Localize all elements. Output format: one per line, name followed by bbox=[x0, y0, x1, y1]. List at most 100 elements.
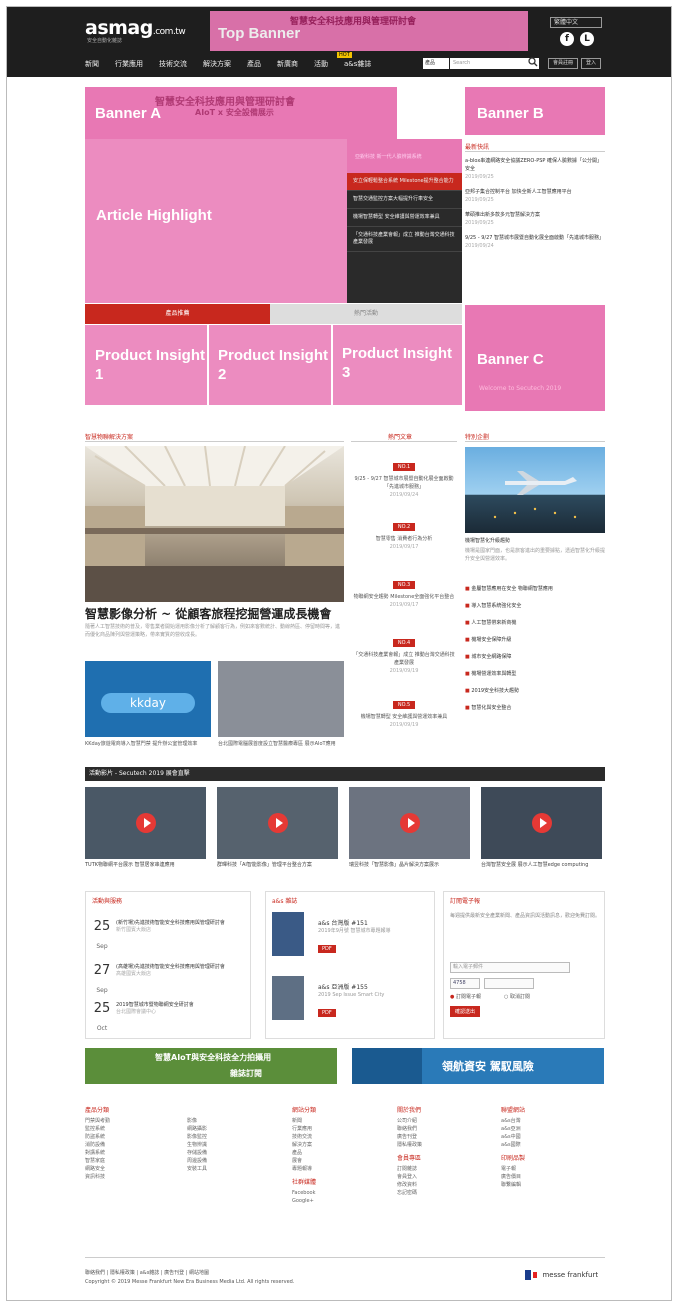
video-caption[interactable]: TUTK物聯網平台展示 智慧居家串連應用 bbox=[85, 862, 206, 869]
footer-link[interactable]: 解決方案 bbox=[292, 1141, 316, 1149]
event-item[interactable]: 27 Sep (高雄場)先進技術智能安全科技應用與管理研討會 高雄國賓大飯店 bbox=[86, 964, 252, 1000]
footer-link[interactable]: 廣告刊登 bbox=[397, 1133, 422, 1141]
language-select[interactable]: 繁體中文 bbox=[550, 17, 602, 28]
solutions-thumb-2[interactable] bbox=[218, 661, 344, 737]
magazine-cover[interactable] bbox=[272, 912, 304, 956]
tab-hot[interactable]: 熱門活動 bbox=[270, 304, 462, 324]
footer-link[interactable]: Google+ bbox=[292, 1197, 316, 1205]
article-highlight[interactable]: Article Highlight bbox=[85, 139, 347, 303]
product-insight-2[interactable]: Product Insight 2 bbox=[209, 325, 331, 405]
tab-products[interactable]: 產品推薦 bbox=[85, 304, 270, 324]
banner-b[interactable]: Banner B bbox=[465, 87, 605, 135]
footer-link[interactable]: 展會 bbox=[292, 1157, 316, 1165]
special-topic-image[interactable] bbox=[465, 447, 605, 533]
footer-links[interactable]: 聯絡我們 | 隱私權政策 | a&s雜誌 | 廣告刊登 | 網站地圖 bbox=[85, 1269, 294, 1278]
login-button[interactable]: 登入 bbox=[581, 58, 601, 69]
nav-industry[interactable]: 行業應用 bbox=[115, 59, 143, 69]
nav-events[interactable]: 活動 bbox=[314, 59, 328, 69]
solutions-thumb-caption[interactable]: 台北國際電腦展首度設立智慧醫療專區 展示AIoT應用 bbox=[218, 740, 344, 748]
footer-link[interactable]: 忘記密碼 bbox=[397, 1189, 422, 1197]
subscribe-submit-button[interactable]: 確認送出 bbox=[450, 1006, 481, 1017]
footer-link[interactable]: 專題報導 bbox=[292, 1165, 316, 1173]
magazine-name[interactable]: a&s 台灣版 #151 bbox=[318, 918, 430, 927]
email-field[interactable]: 輸入電子郵件 bbox=[450, 962, 570, 973]
video-caption[interactable]: 群暉科技「AI智能影像」管理平台整合方案 bbox=[217, 862, 338, 869]
list-item[interactable]: NO.1 9/25 - 9/27 智慧城市展暨自動化展全面啟動「先進城市服務」 20… bbox=[351, 453, 457, 513]
footer-link[interactable]: a&s亞洲 bbox=[501, 1125, 525, 1133]
list-item[interactable]: ■ 機場安全保障升級 bbox=[465, 636, 605, 653]
special-topic-lead[interactable]: 機場智慧化升級趨勢 bbox=[465, 537, 605, 545]
nav-solutions[interactable]: 解決方案 bbox=[203, 59, 231, 69]
ad-banner-right[interactable]: 領航資安 駕馭風險 bbox=[352, 1048, 604, 1084]
play-icon[interactable] bbox=[399, 813, 420, 833]
banner-a[interactable]: 智慧安全科技應用與管理研討會 AIoT x 安全設備展示 Banner A bbox=[85, 87, 397, 139]
list-item[interactable]: ■ 城市安全網路保障 bbox=[465, 653, 605, 670]
footer-link[interactable]: 資訊科技 bbox=[85, 1173, 110, 1181]
footer-link[interactable]: 影像 bbox=[187, 1117, 207, 1125]
event-item[interactable]: 25 Sep (新竹場)先進技術智能安全科技應用與管理研討會 新竹國賓大飯店 bbox=[86, 920, 252, 956]
footer-link[interactable]: 隱私權政策 bbox=[397, 1141, 422, 1149]
footer-link[interactable]: 公司介紹 bbox=[397, 1117, 422, 1125]
facebook-icon[interactable]: f bbox=[560, 32, 574, 46]
nav-tech[interactable]: 技術交流 bbox=[159, 59, 187, 69]
pdf-button[interactable]: PDF bbox=[318, 1009, 336, 1017]
footer-link[interactable]: 新聞 bbox=[292, 1117, 316, 1125]
register-button[interactable]: 會員註冊 bbox=[548, 58, 578, 69]
site-logo[interactable]: asmag.com.tw bbox=[85, 17, 186, 39]
nav-news[interactable]: 新聞 bbox=[85, 59, 99, 69]
video-thumb[interactable] bbox=[85, 787, 206, 859]
search-icon[interactable] bbox=[528, 57, 538, 70]
subscribe-option[interactable]: ● 訂閱電子報 bbox=[450, 993, 481, 1001]
list-item[interactable]: 亞邦子集合控制平台 加快全新人工智慧應用平台 2019/09/25 bbox=[465, 188, 605, 204]
list-item[interactable]: NO.3 物聯網安全趨勢 Milestone全面強化平台整合 2019/09/17 bbox=[351, 571, 457, 629]
highlight-item[interactable]: 「交通科技產業會報」成立 推動台灣交通科技產業發展 bbox=[347, 227, 462, 252]
list-item[interactable]: ■ 機場營運效率與轉型 bbox=[465, 670, 605, 687]
magazine-cover[interactable] bbox=[272, 976, 304, 1020]
list-item[interactable]: ■ 智慧化與安全整合 bbox=[465, 704, 605, 721]
footer-link[interactable]: a&s台灣 bbox=[501, 1117, 525, 1125]
footer-link[interactable]: 訂閱雜誌 bbox=[397, 1165, 422, 1173]
list-item[interactable]: a-blox串連網路安全協議ZERO-PSP 確保人臉數據「公分開」安全 2019… bbox=[465, 157, 605, 181]
video-caption[interactable]: 瑞昱科技「智慧影像」晶片解決方案展示 bbox=[349, 862, 470, 869]
list-item[interactable]: ■ 金屬智慧應用在安全 物聯網智慧應用 bbox=[465, 585, 605, 602]
footer-link[interactable]: 安裝工具 bbox=[187, 1165, 207, 1173]
unsubscribe-option[interactable]: ○ 取消訂閱 bbox=[504, 993, 530, 1001]
video-thumb[interactable] bbox=[217, 787, 338, 859]
footer-link[interactable]: 產品 bbox=[292, 1149, 316, 1157]
footer-link[interactable]: 電子報 bbox=[501, 1165, 525, 1173]
play-icon[interactable] bbox=[135, 813, 156, 833]
list-item[interactable]: 9/25 - 9/27 智慧城市展暨自動化展全面啟動「先進城市服務」 2019/0… bbox=[465, 234, 605, 250]
event-item[interactable]: 25 Oct 2019智慧城市暨物聯網安全研討會 台北國際會議中心 bbox=[86, 1002, 252, 1038]
footer-link[interactable]: 智慧家庭 bbox=[85, 1157, 110, 1165]
product-insight-1[interactable]: Product Insight 1 bbox=[85, 325, 207, 405]
highlight-item[interactable]: 安立保輕鬆整合系統 Milestone提升整合能力 bbox=[347, 173, 462, 191]
pdf-button[interactable]: PDF bbox=[318, 945, 336, 953]
nav-magazine[interactable]: a&s雜誌 bbox=[344, 59, 371, 69]
footer-link[interactable]: 廣告價目 bbox=[501, 1173, 525, 1181]
footer-link[interactable]: a&s國際 bbox=[501, 1141, 525, 1149]
footer-link[interactable]: 技術交流 bbox=[292, 1133, 316, 1141]
list-item[interactable]: ■ 2019安全科技大趨勢 bbox=[465, 687, 605, 704]
banner-c[interactable]: Banner C Welcome to Secutech 2019 bbox=[465, 305, 605, 411]
solutions-headline[interactable]: 智慧影像分析 ~ 從顧客旅程挖掘營運成長機會 bbox=[85, 605, 331, 622]
footer-link[interactable]: 對講系統 bbox=[85, 1149, 110, 1157]
highlight-item[interactable]: 機場智慧轉型 安全維護與營運效率兼具 bbox=[347, 209, 462, 227]
list-item[interactable]: NO.2 智慧零售 消費者行為分析 2019/09/17 bbox=[351, 513, 457, 571]
solutions-thumb-1[interactable]: kkday bbox=[85, 661, 211, 737]
search-input[interactable]: Search bbox=[450, 58, 539, 69]
magazine-name[interactable]: a&s 亞洲版 #155 bbox=[318, 982, 430, 991]
highlight-item[interactable]: 智慧交通監控方案大幅提升行車安全 bbox=[347, 191, 462, 209]
footer-link[interactable]: 影像監控 bbox=[187, 1133, 207, 1141]
play-icon[interactable] bbox=[267, 813, 288, 833]
play-icon[interactable] bbox=[531, 813, 552, 833]
solutions-thumb-caption[interactable]: KKday旅遊電商導入智慧門禁 提升辦公室管理效率 bbox=[85, 740, 211, 748]
footer-link[interactable]: a&s中國 bbox=[501, 1133, 525, 1141]
messe-frankfurt-logo[interactable]: messe frankfurt bbox=[525, 1270, 598, 1280]
footer-link[interactable]: 行業應用 bbox=[292, 1125, 316, 1133]
footer-link[interactable]: 聯絡我們 bbox=[397, 1125, 422, 1133]
footer-link[interactable]: 監控系統 bbox=[85, 1125, 110, 1133]
list-item[interactable]: ■ 人工智慧帶來新商機 bbox=[465, 619, 605, 636]
footer-link[interactable]: 門禁與考勤 bbox=[85, 1117, 110, 1125]
footer-link[interactable]: 防盜系統 bbox=[85, 1133, 110, 1141]
list-item[interactable]: NO.4 「交通科技產業會報」成立 推動台灣交通科技產業發展 2019/09/19 bbox=[351, 629, 457, 691]
